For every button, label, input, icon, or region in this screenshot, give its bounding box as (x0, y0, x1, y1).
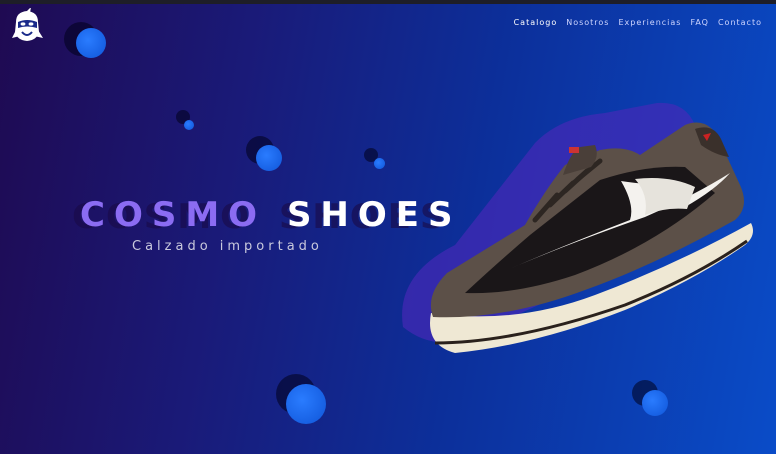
hero-title-word-cosmo: COSMO (80, 195, 267, 235)
decor-bubble (176, 110, 198, 132)
nav-experiencias-link[interactable]: Experiencias (618, 18, 681, 27)
nav-catalogo-link[interactable]: Catalogo (514, 18, 558, 27)
decor-bubble (364, 148, 388, 172)
top-edge-bar (0, 0, 776, 4)
decor-bubble (246, 136, 286, 176)
decor-bubble (64, 22, 110, 64)
ninja-mascot-logo-icon[interactable] (10, 8, 44, 44)
nav-contacto-link[interactable]: Contacto (718, 18, 762, 27)
decor-bubble (276, 374, 332, 430)
hero-subtitle: Calzado importado (132, 239, 323, 254)
nav-faq-link[interactable]: FAQ (690, 18, 709, 27)
nav-nosotros-link[interactable]: Nosotros (566, 18, 609, 27)
sneaker-image (402, 102, 753, 353)
decor-bubble (632, 380, 672, 420)
main-nav: Catalogo Nosotros Experiencias FAQ Conta… (514, 18, 762, 27)
